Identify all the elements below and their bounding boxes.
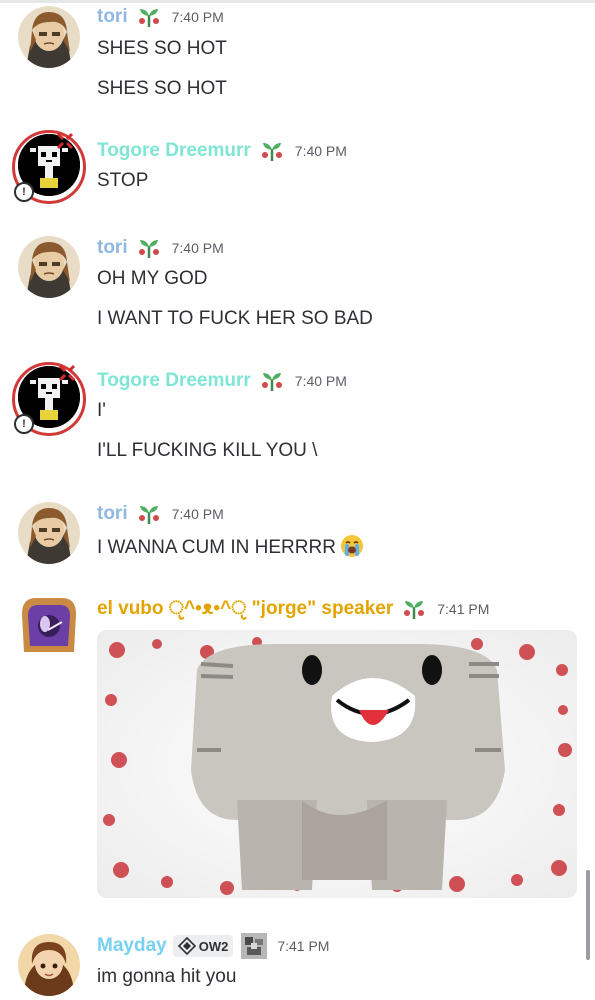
timestamp: 7:40 PM bbox=[171, 9, 224, 25]
avatar-mayday-icon bbox=[18, 934, 80, 996]
author-name[interactable]: Mayday bbox=[97, 935, 167, 957]
scrollbar[interactable] bbox=[586, 870, 590, 960]
author-name[interactable]: el vubo ੵ^•ᴥ•^ੵ "jorge" speaker bbox=[97, 598, 393, 620]
timestamp: 7:40 PM bbox=[171, 506, 224, 522]
image-attachment[interactable] bbox=[97, 630, 577, 898]
clan-badge-icon[interactable] bbox=[241, 933, 268, 959]
plant-role-icon[interactable] bbox=[259, 370, 285, 392]
message-text: im gonna hit you bbox=[97, 966, 237, 987]
status-indicator: ! bbox=[14, 182, 34, 202]
avatar-tori-icon bbox=[18, 236, 80, 298]
author-name[interactable]: tori bbox=[97, 237, 128, 259]
plant-role-icon[interactable] bbox=[259, 140, 285, 162]
author-name[interactable]: Togore Dreemurr bbox=[97, 370, 251, 392]
message-text-content: I WANNA CUM IN HERRRR bbox=[97, 537, 336, 558]
game-tag-label: OW2 bbox=[198, 938, 229, 954]
message-text: SHES SO HOT bbox=[97, 78, 227, 99]
message-text: I WANNA CUM IN HERRRR bbox=[97, 534, 364, 559]
plant-role-icon[interactable] bbox=[136, 503, 162, 525]
game-tag-icon bbox=[177, 937, 196, 955]
message-text: STOP bbox=[97, 170, 149, 191]
top-divider bbox=[0, 0, 595, 3]
avatar[interactable] bbox=[18, 236, 80, 298]
avatar[interactable] bbox=[18, 502, 80, 564]
timestamp: 7:41 PM bbox=[437, 601, 490, 617]
author-name[interactable]: tori bbox=[97, 503, 128, 525]
message-text: OH MY GOD bbox=[97, 268, 208, 289]
message-text: I'LL FUCKING KILL YOU \ bbox=[97, 440, 318, 461]
game-tag[interactable]: OW2 bbox=[172, 935, 234, 957]
avatar[interactable] bbox=[18, 934, 80, 996]
avatar[interactable] bbox=[18, 6, 80, 68]
timestamp: 7:40 PM bbox=[294, 373, 347, 389]
anger-icon bbox=[56, 132, 74, 150]
avatar-tori-icon bbox=[18, 502, 80, 564]
status-indicator: ! bbox=[14, 414, 34, 434]
timestamp: 7:40 PM bbox=[294, 143, 347, 159]
timestamp: 7:40 PM bbox=[171, 240, 224, 256]
timestamp: 7:41 PM bbox=[277, 938, 330, 954]
plush-cat-image bbox=[97, 630, 577, 898]
message-text: SHES SO HOT bbox=[97, 38, 227, 59]
plant-role-icon[interactable] bbox=[136, 6, 162, 28]
message-text: I' bbox=[97, 400, 106, 421]
anger-icon bbox=[58, 364, 76, 382]
plant-role-icon[interactable] bbox=[136, 237, 162, 259]
author-name[interactable]: tori bbox=[97, 6, 128, 28]
loudly-crying-face-icon[interactable] bbox=[340, 534, 364, 558]
avatar-toast-icon bbox=[18, 594, 80, 656]
avatar-tori-icon bbox=[18, 6, 80, 68]
avatar[interactable] bbox=[18, 594, 80, 656]
message-text: I WANT TO FUCK HER SO BAD bbox=[97, 308, 373, 329]
plant-role-icon[interactable] bbox=[401, 598, 427, 620]
author-name[interactable]: Togore Dreemurr bbox=[97, 140, 251, 162]
